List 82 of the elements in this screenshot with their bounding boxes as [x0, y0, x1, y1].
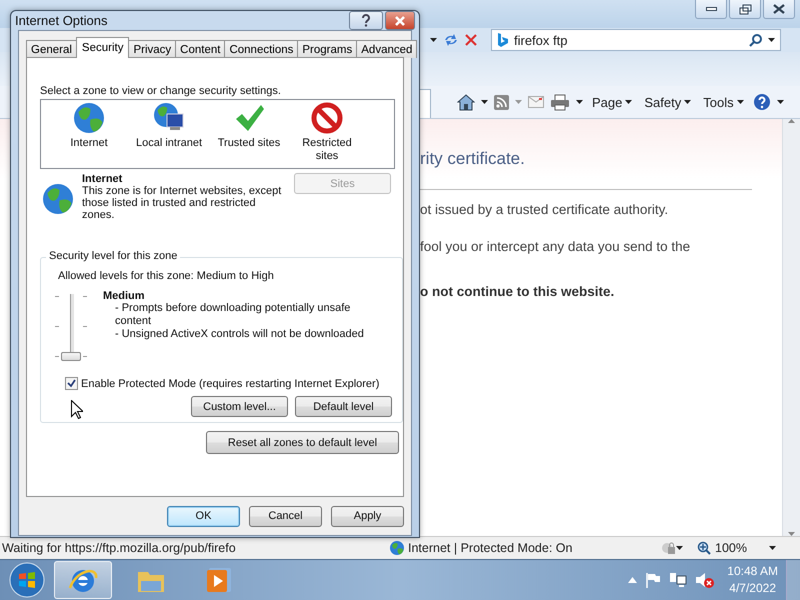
- dropdown-caret-icon[interactable]: [768, 38, 775, 42]
- globe-icon: [73, 102, 105, 134]
- show-hidden-icons-icon[interactable]: [628, 577, 638, 583]
- question-mark-icon: [361, 14, 371, 27]
- slider-thumb[interactable]: [61, 352, 81, 361]
- zone-item[interactable]: Restricted sites: [297, 102, 357, 168]
- feed-icon[interactable]: [494, 94, 509, 110]
- close-button[interactable]: [763, 0, 795, 19]
- dropdown-caret-icon: [684, 100, 692, 104]
- zoom-button[interactable]: 100%: [697, 541, 747, 555]
- dropdown-caret-icon: [625, 100, 632, 104]
- stop-icon[interactable]: [465, 34, 477, 46]
- no-entry-icon: [311, 102, 343, 134]
- zone-item[interactable]: Trusted sites: [211, 102, 287, 168]
- dialog-title: Internet Options: [15, 13, 108, 28]
- clock-date: 4/7/2022: [728, 580, 777, 597]
- dialog-button[interactable]: OK: [167, 506, 240, 526]
- tab[interactable]: Advanced: [356, 40, 418, 58]
- close-icon: [394, 16, 406, 26]
- dropdown-caret-icon[interactable]: [776, 100, 784, 104]
- taskbar-app[interactable]: [54, 561, 112, 599]
- menu-button[interactable]: Page: [589, 92, 636, 112]
- home-icon[interactable]: [457, 94, 475, 110]
- status-text: Waiting for https://ftp.mozilla.org/pub/firefo: [1, 541, 237, 555]
- tab[interactable]: General: [26, 40, 77, 58]
- clock-time: 10:48 AM: [727, 563, 778, 580]
- instruction-text: Select a zone to view or change security settings.: [40, 85, 282, 97]
- minimize-button[interactable]: [695, 0, 727, 19]
- bing-logo-icon: [497, 32, 508, 48]
- start-button-icon[interactable]: [9, 562, 45, 598]
- refresh-icon[interactable]: [443, 33, 459, 47]
- menu-button[interactable]: Tools: [700, 92, 747, 112]
- close-button[interactable]: [385, 11, 415, 30]
- search-field[interactable]: firefox ftp: [491, 29, 781, 51]
- level-description: - Prompts before downloading potentially unsafe content: [115, 302, 352, 328]
- level-button[interactable]: Default level: [295, 396, 392, 417]
- dropdown-caret-icon[interactable]: [676, 546, 683, 550]
- level-button[interactable]: Custom level...: [191, 396, 288, 417]
- dropdown-caret-icon: [736, 100, 744, 104]
- tab[interactable]: Programs: [297, 40, 358, 58]
- speaker-muted-icon[interactable]: [695, 571, 716, 589]
- network-icon[interactable]: [669, 572, 688, 588]
- zoom-icon: [697, 541, 711, 555]
- page-text: ot issued by a trusted certificate authority.: [420, 202, 670, 217]
- tab[interactable]: Connections: [224, 40, 298, 58]
- tab[interactable]: Security: [76, 37, 130, 58]
- globe-icon: [42, 183, 74, 215]
- zone-name: Internet: [82, 173, 124, 185]
- zone-item[interactable]: Internet: [51, 102, 127, 168]
- help-icon[interactable]: [752, 93, 771, 111]
- play-icon: [205, 565, 233, 595]
- printer-icon[interactable]: [550, 94, 570, 110]
- warning-text: o not continue to this website.: [420, 284, 616, 299]
- minimize-icon: [706, 7, 716, 11]
- protected-mode-checkbox[interactable]: Enable Protected Mode (requires restarting Internet Explorer): [65, 377, 380, 390]
- dialog-button[interactable]: Cancel: [249, 506, 322, 526]
- globe-icon: [390, 541, 404, 555]
- dropdown-caret-icon[interactable]: [430, 38, 437, 42]
- dropdown-caret-icon[interactable]: [481, 100, 488, 104]
- dropdown-caret-icon[interactable]: [768, 546, 776, 550]
- search-icon[interactable]: [749, 34, 762, 46]
- reset-zones-button[interactable]: Reset all zones to default level: [206, 431, 399, 454]
- zone-status: Internet | Protected Mode: On: [408, 541, 572, 555]
- mail-icon[interactable]: [528, 96, 544, 108]
- page-text: fool you or intercept any data you send to the: [420, 239, 692, 254]
- menu-button[interactable]: Safety: [641, 92, 694, 112]
- allowed-levels-text: Allowed levels for this zone: Medium to High: [58, 270, 274, 282]
- flag-icon[interactable]: [645, 572, 662, 588]
- dropdown-caret-icon[interactable]: [576, 100, 583, 104]
- level-description: - Unsigned ActiveX controls will not be downloaded: [115, 328, 365, 341]
- help-button[interactable]: [349, 11, 383, 30]
- restore-button[interactable]: [729, 0, 761, 19]
- zone-description: This zone is for Internet websites, except those listed in trusted and restricted zones.: [82, 185, 282, 221]
- tab[interactable]: Content: [175, 40, 226, 58]
- checkmark-icon: [67, 379, 76, 388]
- dialog-button[interactable]: Apply: [331, 506, 404, 526]
- group-title: Security level for this zone: [46, 250, 180, 262]
- zone-item[interactable]: Local intranet: [131, 102, 207, 168]
- page-heading: rity certificate.: [420, 149, 526, 169]
- mouse-pointer-icon: [71, 400, 83, 419]
- tab[interactable]: Privacy: [128, 40, 176, 58]
- level-name: Medium: [103, 290, 146, 302]
